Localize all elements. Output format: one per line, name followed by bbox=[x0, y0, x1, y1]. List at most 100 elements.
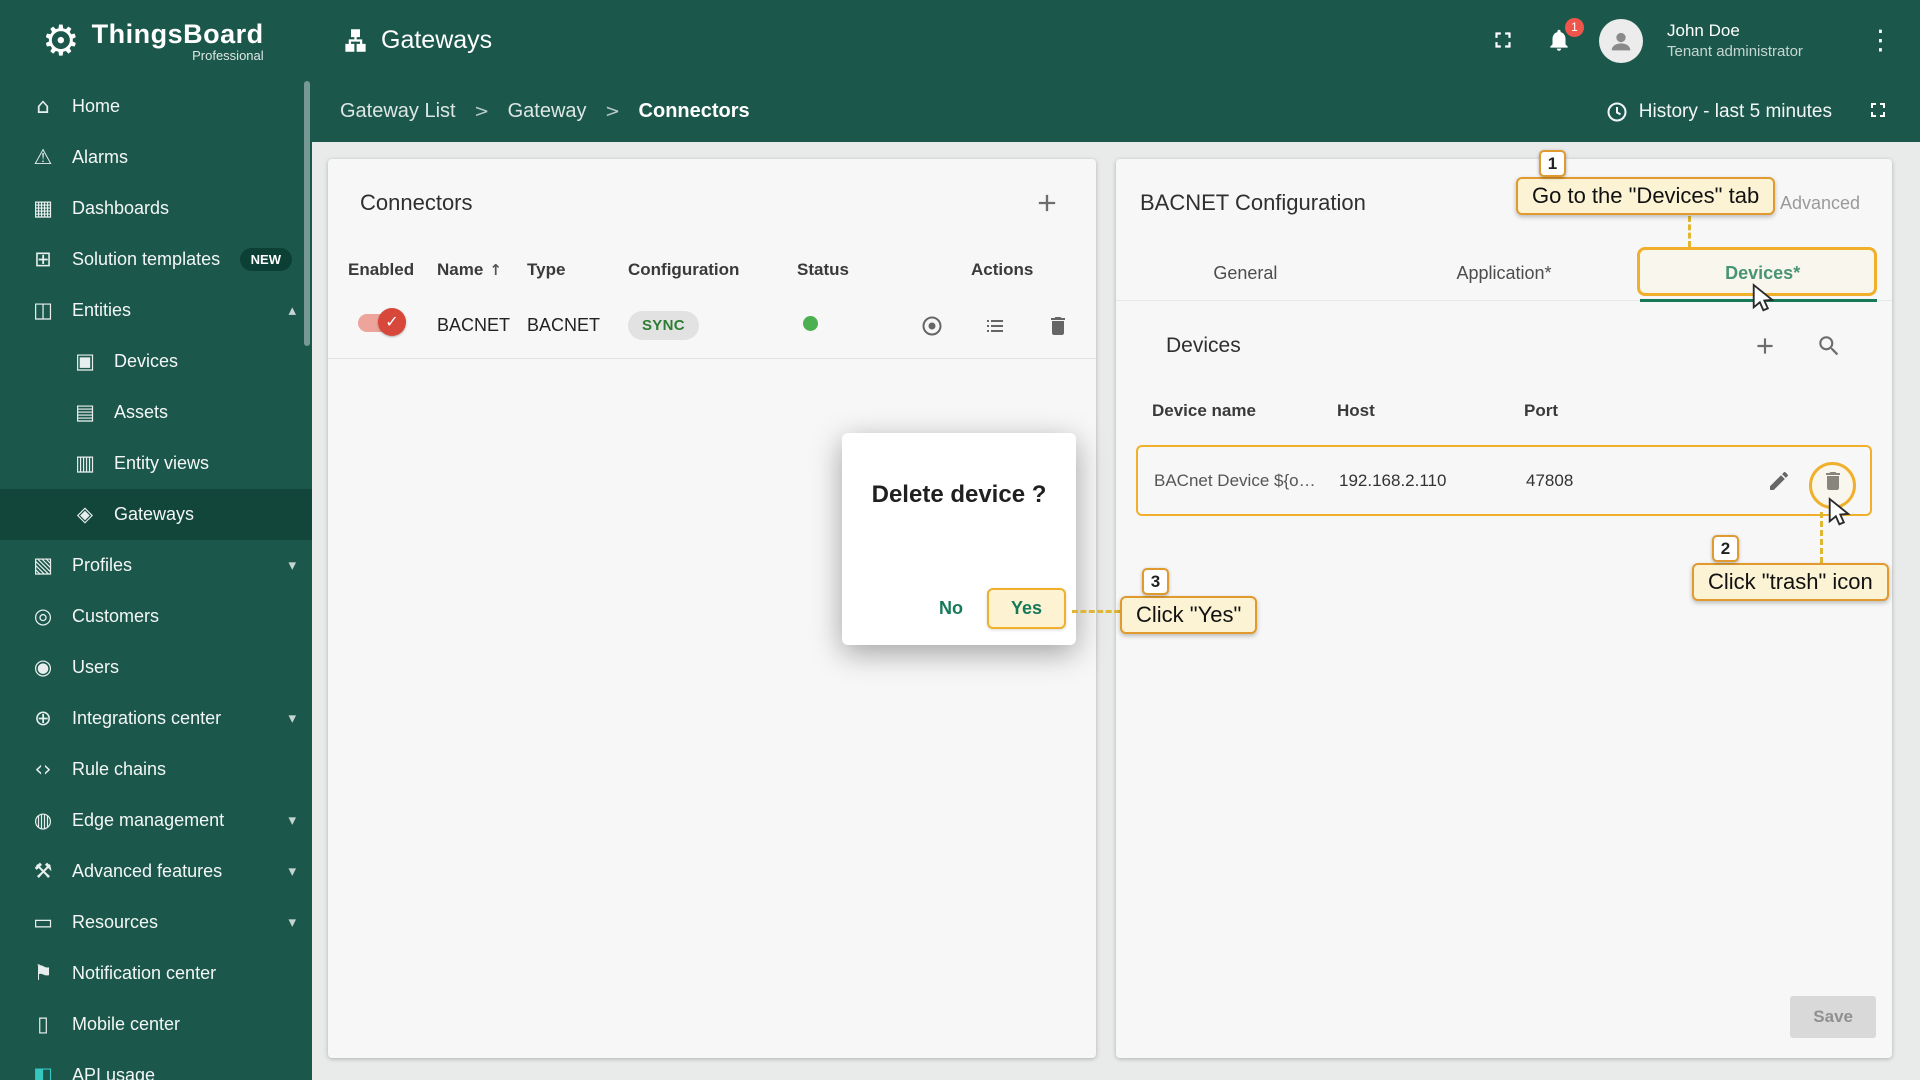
step-2-badge: 2 bbox=[1712, 535, 1739, 562]
devices-section-header: Devices bbox=[1116, 301, 1892, 391]
config-title: BACNET Configuration bbox=[1140, 190, 1366, 215]
step-2-tooltip: Click "trash" icon bbox=[1692, 563, 1889, 601]
sidebar-item-label: Devices bbox=[114, 351, 179, 371]
devices-icon: ▣ bbox=[75, 349, 95, 373]
connector-logs-button[interactable] bbox=[982, 313, 1008, 339]
gateways-icon bbox=[345, 29, 366, 52]
sidebar-item-entities[interactable]: ◫ Entities ▴ bbox=[0, 285, 312, 336]
add-connector-button[interactable] bbox=[1032, 188, 1062, 218]
tab-general[interactable]: General bbox=[1116, 247, 1375, 300]
breadcrumb-gateway[interactable]: Gateway bbox=[508, 100, 587, 122]
device-row[interactable]: BACnet Device ${ob… 192.168.2.110 47808 bbox=[1136, 445, 1872, 516]
brand-name: ThingsBoard bbox=[91, 18, 264, 49]
home-icon: ⌂ bbox=[36, 94, 50, 118]
sidebar-item-customers[interactable]: ◎ Customers bbox=[0, 591, 312, 642]
chevron-up-icon: ▴ bbox=[288, 301, 296, 319]
api-usage-icon: ◧ bbox=[33, 1063, 53, 1080]
sidebar-item-profiles[interactable]: ▧ Profiles ▾ bbox=[0, 540, 312, 591]
notifications-button[interactable]: 1 bbox=[1543, 17, 1584, 57]
sidebar-item-gateways[interactable]: ◈ Gateways bbox=[0, 489, 312, 540]
sidebar-item-label: Alarms bbox=[72, 147, 129, 167]
trash-icon bbox=[1826, 471, 1840, 490]
save-button[interactable]: Save bbox=[1790, 996, 1876, 1038]
alarm-warning-icon: ⚠ bbox=[33, 145, 53, 169]
history-control[interactable]: History - last 5 minutes bbox=[1605, 96, 1894, 128]
entities-icon: ◫ bbox=[33, 298, 53, 322]
sidebar-item-label: Integrations center bbox=[72, 708, 222, 728]
step-3-tooltip: Click "Yes" bbox=[1120, 596, 1258, 634]
sidebar-item-label: Home bbox=[72, 96, 121, 116]
connector-enabled-toggle[interactable]: ✓ bbox=[358, 308, 406, 336]
device-name: BACnet Device ${ob… bbox=[1154, 470, 1326, 490]
sidebar-item-label: Resources bbox=[72, 912, 159, 932]
sidebar-item-assets[interactable]: ▤ Assets bbox=[0, 387, 312, 438]
profiles-icon: ▧ bbox=[33, 553, 53, 577]
delete-connector-button[interactable] bbox=[1045, 313, 1071, 339]
chevron-down-icon: ▾ bbox=[288, 862, 296, 880]
sidebar-item-home[interactable]: ⌂ Home bbox=[0, 81, 312, 132]
sidebar-item-solution-templates[interactable]: ⊞ Solution templates NEW bbox=[0, 234, 312, 285]
delete-device-button[interactable] bbox=[1820, 468, 1846, 494]
breadcrumb: Gateway List > Gateway > Connectors bbox=[340, 100, 750, 123]
delete-device-dialog: Delete device ? No Yes bbox=[842, 433, 1076, 645]
column-status: Status bbox=[797, 260, 849, 279]
list-icon bbox=[987, 319, 1003, 332]
sidebar-item-notification-center[interactable]: ⚑ Notification center bbox=[0, 948, 312, 999]
connector-rpc-button[interactable] bbox=[919, 313, 945, 339]
sidebar-item-users[interactable]: ◉ Users bbox=[0, 642, 312, 693]
yes-button[interactable]: Yes bbox=[986, 588, 1066, 629]
devices-section-title: Devices bbox=[1166, 334, 1241, 357]
devices-table-header: Device name Host Port bbox=[1136, 391, 1872, 431]
pencil-icon bbox=[1770, 471, 1789, 490]
person-icon bbox=[1611, 32, 1631, 50]
sidebar-item-label: Customers bbox=[72, 606, 160, 626]
edit-device-button[interactable] bbox=[1766, 468, 1792, 494]
sidebar-item-entity-views[interactable]: ▥ Entity views bbox=[0, 438, 312, 489]
step-1-badge: 1 bbox=[1539, 150, 1566, 177]
fullscreen-button[interactable] bbox=[1487, 25, 1519, 57]
sidebar-item-integrations-center[interactable]: ⊕ Integrations center ▾ bbox=[0, 693, 312, 744]
sidebar-item-dashboards[interactable]: ▦ Dashboards bbox=[0, 183, 312, 234]
no-button[interactable]: No bbox=[923, 588, 979, 629]
sidebar-item-advanced-features[interactable]: ⚒ Advanced features ▾ bbox=[0, 846, 312, 897]
logo-gear-icon: ⚙ bbox=[42, 15, 80, 65]
sidebar-item-api-usage[interactable]: ◧ API usage bbox=[0, 1050, 312, 1080]
connector-type: BACNET bbox=[527, 315, 601, 335]
sidebar-item-alarms[interactable]: ⚠ Alarms bbox=[0, 132, 312, 183]
column-name[interactable]: Name ↑ bbox=[437, 260, 527, 280]
breadcrumb-gateway-list[interactable]: Gateway List bbox=[340, 100, 456, 122]
search-devices-button[interactable] bbox=[1814, 331, 1844, 361]
sidebar-scrollbar[interactable] bbox=[304, 81, 310, 346]
advanced-toggle-label[interactable]: Advanced bbox=[1780, 193, 1860, 214]
avatar[interactable] bbox=[1599, 18, 1643, 63]
chevron-down-icon: ▾ bbox=[288, 811, 296, 829]
user-role: Tenant administrator bbox=[1667, 42, 1803, 60]
step-3-connector-line bbox=[1072, 610, 1120, 613]
breadcrumb-connectors: Connectors bbox=[638, 100, 750, 122]
notification-flag-icon: ⚑ bbox=[33, 961, 53, 985]
connector-row[interactable]: ✓ BACNET BACNET SYNC bbox=[328, 293, 1096, 359]
status-active-dot bbox=[803, 316, 818, 331]
brand-subtitle: Professional bbox=[192, 47, 264, 63]
top-header: ⚙ ThingsBoard Professional Gateways 1 Jo… bbox=[0, 0, 1920, 81]
sidebar-item-mobile-center[interactable]: ▯ Mobile center bbox=[0, 999, 312, 1050]
dialog-actions: No Yes bbox=[923, 588, 1066, 629]
search-icon bbox=[1819, 336, 1839, 356]
sidebar-item-resources[interactable]: ▭ Resources ▾ bbox=[0, 897, 312, 948]
sidebar-item-devices[interactable]: ▣ Devices bbox=[0, 336, 312, 387]
sidebar-item-rule-chains[interactable]: ‹› Rule chains bbox=[0, 744, 312, 795]
sort-ascending-icon: ↑ bbox=[489, 261, 502, 279]
sidebar-item-edge-management[interactable]: ◍ Edge management ▾ bbox=[0, 795, 312, 846]
tab-application[interactable]: Application* bbox=[1375, 247, 1634, 300]
connectors-title: Connectors bbox=[360, 190, 473, 215]
config-header: BACNET Configuration Advanced bbox=[1116, 159, 1892, 247]
column-device-name: Device name bbox=[1152, 401, 1256, 420]
connector-name: BACNET bbox=[437, 315, 511, 335]
expand-dashboard-button[interactable] bbox=[1862, 96, 1894, 128]
more-menu-button[interactable]: ⋮ bbox=[1867, 27, 1894, 54]
column-enabled: Enabled bbox=[348, 260, 415, 279]
user-info: John Doe Tenant administrator bbox=[1667, 20, 1817, 62]
thingsboard-logo[interactable]: ⚙ ThingsBoard Professional bbox=[0, 19, 300, 63]
sidebar-item-label: Mobile center bbox=[72, 1014, 181, 1034]
add-device-button[interactable] bbox=[1750, 331, 1780, 361]
